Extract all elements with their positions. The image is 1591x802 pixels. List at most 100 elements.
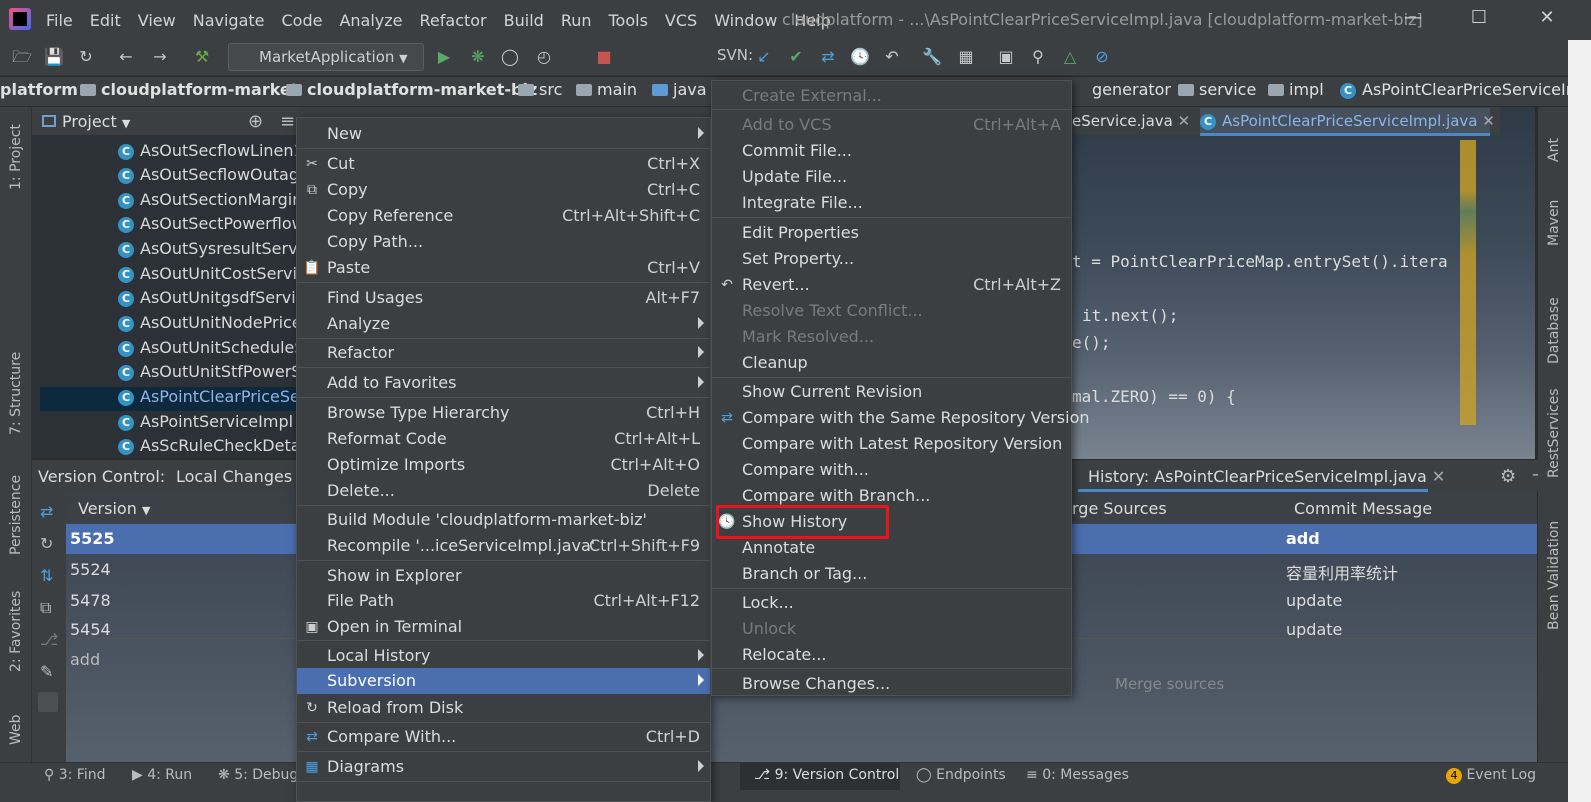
tree-file[interactable]: C AsOutUnitgsdfService — [118, 288, 300, 312]
run-configuration-select[interactable]: MarketApplication ▼ — [228, 43, 424, 71]
menu-item-reload-from-disk[interactable]: ↻ Reload from Disk — [297, 695, 710, 721]
menu-item-delete[interactable]: Delete... Delete — [297, 478, 710, 504]
tool-tab-endpoints[interactable]: ◯ Endpoints — [916, 767, 1006, 783]
menu-window[interactable]: Window — [714, 11, 777, 30]
tool-tab-project[interactable]: 1: Project — [8, 124, 24, 190]
tool-tab-persistence[interactable]: Persistence — [8, 475, 24, 555]
tool-tab-messages[interactable]: ≡ 0: Messages — [1026, 767, 1129, 783]
gear-icon[interactable]: ⚙ — [1500, 466, 1516, 487]
breadcrumb-cloudplatform-market-biz[interactable]: cloudplatform-market-biz — [286, 80, 537, 99]
terminal-icon[interactable]: ▣ — [994, 45, 1018, 69]
maximize-icon[interactable]: ☐ — [1466, 7, 1492, 33]
menu-item-compare-same-repo-version[interactable]: ⇄ Compare with the Same Repository Versio… — [712, 405, 1089, 431]
close-icon[interactable]: ✕ — [1534, 7, 1560, 33]
menu-vcs[interactable]: VCS — [665, 11, 697, 30]
column-commit-message[interactable]: Commit Message — [1294, 499, 1432, 518]
breadcrumb-service[interactable]: service — [1178, 80, 1256, 99]
menu-item-paste[interactable]: 📋 Paste Ctrl+V — [297, 255, 710, 281]
tool-tab-web[interactable]: Web — [8, 714, 24, 745]
tool-tab-favorites[interactable]: 2: Favorites — [8, 591, 24, 672]
save-icon[interactable]: 💾 — [42, 45, 66, 69]
collapse-icon[interactable]: ≡ — [280, 111, 295, 132]
svn-history-icon[interactable]: 🕓 — [848, 45, 872, 69]
tool-tab-debug[interactable]: ❋ 5: Debug — [218, 767, 298, 783]
debug-icon[interactable]: ❋ — [466, 45, 490, 69]
stop-icon[interactable]: ■ — [592, 45, 616, 69]
tree-file[interactable]: C AsOutUnitNodePriceI — [118, 313, 300, 337]
tab-local-changes[interactable]: Local Changes — [176, 467, 292, 486]
menu-item-revert[interactable]: ↶ Revert... Ctrl+Alt+Z — [712, 272, 1071, 298]
menu-analyze[interactable]: Analyze — [339, 11, 402, 30]
sync-icon[interactable]: ↻ — [74, 45, 98, 69]
edit-icon[interactable]: ✎ — [40, 662, 53, 681]
tree-file[interactable]: C AsOutUnitScheduleSe — [118, 338, 300, 362]
svn-compare-icon[interactable]: ⇄ — [816, 45, 840, 69]
tree-file[interactable]: C AsOutSysresultServic — [118, 239, 300, 263]
menu-run[interactable]: Run — [561, 11, 592, 30]
svn-update-icon[interactable]: ↙ — [752, 45, 776, 69]
menu-item-integrate-file[interactable]: Integrate File... — [712, 190, 1071, 216]
profile-icon[interactable]: ◴ — [532, 45, 556, 69]
tree-file[interactable]: C AsOutSecflowOutage — [118, 165, 300, 189]
breadcrumb-platform[interactable]: platform — [0, 80, 78, 99]
project-structure-icon[interactable]: ▦ — [954, 45, 978, 69]
breadcrumb-main[interactable]: main — [576, 80, 637, 99]
menu-item-lock[interactable]: Lock... — [712, 590, 1071, 616]
tree-file[interactable]: C AsOutSecflowLinen1S — [118, 141, 300, 165]
tool-tab-version-control[interactable]: ⎇ 9: Version Control — [754, 767, 899, 783]
menu-item-show-current-revision[interactable]: Show Current Revision — [712, 379, 1071, 405]
tool-tab-ant[interactable]: Ant — [1546, 138, 1562, 162]
menu-item-recompile[interactable]: Recompile '...iceServiceImpl.java' Ctrl+S… — [297, 533, 710, 559]
tool-tab-restservices[interactable]: RestServices — [1546, 388, 1562, 478]
menu-view[interactable]: View — [138, 11, 176, 30]
menu-item-show-in-explorer[interactable]: Show in Explorer — [297, 563, 710, 589]
project-view-select[interactable]: Project ▼ — [42, 112, 130, 131]
menu-item-refactor[interactable]: Refactor — [297, 340, 710, 366]
tool-tab-event-log[interactable]: 4 Event Log — [1446, 767, 1536, 784]
build-hammer-icon[interactable]: ⚒ — [190, 45, 214, 69]
menu-item-file-path[interactable]: File Path Ctrl+Alt+F12 — [297, 588, 710, 614]
layout-icon[interactable] — [38, 692, 58, 712]
menu-item-copy-reference[interactable]: Copy Reference Ctrl+Alt+Shift+C — [297, 203, 710, 229]
menu-item-branch-or-tag[interactable]: Branch or Tag... — [712, 561, 1071, 587]
tree-file[interactable]: C AsPointServiceImpl — [118, 412, 300, 436]
tool-tab-maven[interactable]: Maven — [1546, 200, 1562, 246]
tree-file-selected[interactable]: C AsPointClearPriceSer — [40, 387, 300, 411]
menu-build[interactable]: Build — [504, 11, 544, 30]
menu-item-copy[interactable]: ⧉ Copy Ctrl+C — [297, 177, 710, 203]
column-version[interactable]: Version ▼ — [78, 499, 150, 518]
tree-file[interactable]: C AsOutUnitStfPowerSe — [118, 362, 300, 386]
menu-item-cut[interactable]: ✂ Cut Ctrl+X — [297, 151, 710, 177]
tool-tab-structure[interactable]: 7: Structure — [8, 352, 24, 435]
menu-item-local-history[interactable]: Local History — [297, 643, 710, 669]
open-folder-icon[interactable]: 🗁 — [10, 45, 34, 69]
menu-item-commit-file[interactable]: Commit File... — [712, 138, 1071, 164]
menu-edit[interactable]: Edit — [90, 11, 121, 30]
menu-item-build-module[interactable]: Build Module 'cloudplatform-market-biz' — [297, 507, 710, 533]
branch-icon[interactable]: ⎇ — [40, 630, 58, 649]
tool-tab-find[interactable]: ⚲ 3: Find — [44, 767, 105, 783]
compare-icon[interactable]: ⇄ — [40, 502, 53, 521]
menu-item-diagrams[interactable]: ▦ Diagrams — [297, 754, 710, 780]
breadcrumb-impl[interactable]: impl — [1268, 80, 1324, 99]
forward-icon[interactable]: → — [148, 45, 172, 69]
svn-commit-icon[interactable]: ✔ — [784, 45, 808, 69]
tree-file[interactable]: C AsOutSectPowerflow — [118, 214, 300, 238]
search-icon[interactable]: ⚲ — [1026, 45, 1050, 69]
menu-item-compare-latest-repo-version[interactable]: Compare with Latest Repository Version — [712, 431, 1071, 457]
tree-file[interactable]: C AsOutSectionMargina — [118, 190, 300, 214]
menu-item-analyze[interactable]: Analyze — [297, 311, 710, 337]
menu-item-set-property[interactable]: Set Property... — [712, 246, 1071, 272]
menu-item-cleanup[interactable]: Cleanup — [712, 350, 1071, 376]
menu-item-copy-path[interactable]: Copy Path... — [297, 229, 710, 255]
svn-revert-icon[interactable]: ↶ — [880, 45, 904, 69]
menu-item-compare-with[interactable]: ⇄ Compare With... Ctrl+D — [297, 724, 710, 750]
column-merge-sources[interactable]: rge Sources — [1072, 499, 1167, 518]
menu-item-browse-type-hierarchy[interactable]: Browse Type Hierarchy Ctrl+H — [297, 400, 710, 426]
locate-icon[interactable]: ⊕ — [248, 111, 263, 132]
menu-code[interactable]: Code — [282, 11, 323, 30]
run-icon[interactable]: ▶ — [432, 45, 456, 69]
menu-item-browse-changes[interactable]: Browse Changes... — [712, 671, 1071, 697]
menu-tools[interactable]: Tools — [609, 11, 648, 30]
tree-file[interactable]: C AsOutUnitCostService — [118, 264, 300, 288]
